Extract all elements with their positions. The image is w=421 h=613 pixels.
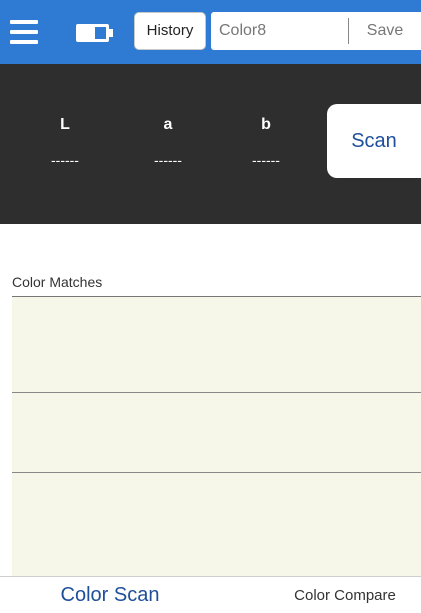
- color-matches-header: Color Matches: [12, 274, 103, 290]
- history-button[interactable]: History: [134, 12, 206, 50]
- list-item[interactable]: [12, 393, 421, 473]
- color-name-bar: Save: [211, 12, 421, 50]
- a-label: a: [163, 116, 173, 133]
- lab-readout-panel: L ------ a ------ b ------ Scan: [0, 64, 421, 224]
- scan-button[interactable]: Scan: [327, 104, 421, 178]
- color-name-input[interactable]: [211, 12, 345, 50]
- list-item[interactable]: [12, 473, 421, 577]
- save-button[interactable]: Save: [354, 12, 416, 50]
- a-readout: a ------: [138, 64, 198, 224]
- l-readout: L ------: [35, 64, 95, 224]
- b-readout: b ------: [236, 64, 296, 224]
- a-value: ------: [154, 152, 182, 168]
- b-label: b: [261, 116, 271, 133]
- top-toolbar: History Save: [0, 0, 421, 64]
- name-divider: [348, 18, 349, 44]
- b-value: ------: [252, 152, 280, 168]
- bottom-tab-bar: Color Scan Color Compare: [0, 576, 421, 613]
- tab-color-scan[interactable]: Color Scan: [40, 577, 180, 613]
- color-matches-list[interactable]: [12, 296, 421, 576]
- color-scanner-app: History Save L ------ a ------ b ------ …: [0, 0, 421, 613]
- tab-color-compare[interactable]: Color Compare: [270, 577, 420, 613]
- battery-icon[interactable]: [76, 24, 114, 42]
- hamburger-menu-icon[interactable]: [10, 20, 38, 44]
- l-value: ------: [51, 152, 79, 168]
- l-label: L: [60, 116, 70, 133]
- list-item[interactable]: [12, 297, 421, 393]
